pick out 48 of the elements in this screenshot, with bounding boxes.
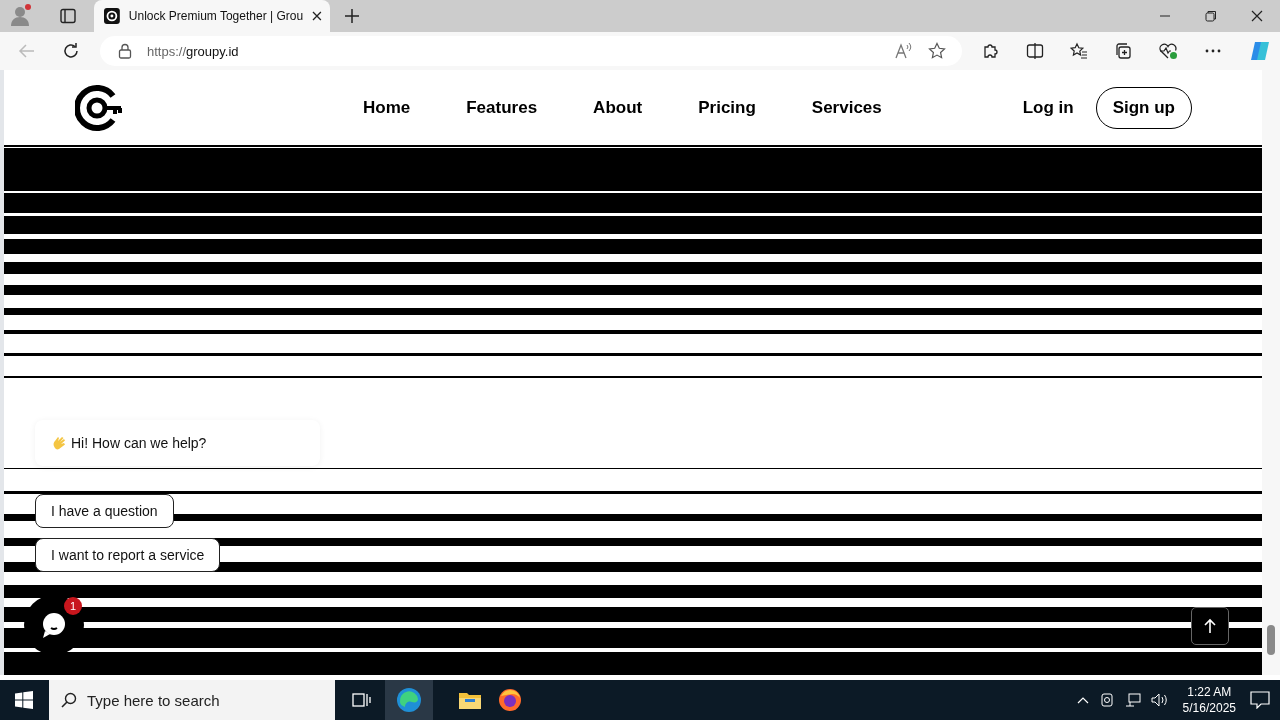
star-icon[interactable] xyxy=(928,42,946,60)
arrow-up-icon xyxy=(1203,618,1217,634)
login-link[interactable]: Log in xyxy=(1022,97,1074,118)
nav-link[interactable]: Features xyxy=(466,97,538,118)
notification-icon[interactable] xyxy=(1250,691,1270,709)
refresh-icon[interactable] xyxy=(62,42,80,60)
network-icon[interactable] xyxy=(1124,692,1141,708)
clock-date: 5/16/2025 xyxy=(1182,700,1236,716)
clock-time: 1:22 AM xyxy=(1187,684,1232,700)
folder-icon[interactable] xyxy=(458,690,482,710)
nav-link[interactable]: About xyxy=(593,97,643,118)
tab-actions-icon[interactable] xyxy=(60,8,76,24)
split-screen-icon[interactable] xyxy=(1026,42,1044,60)
close-icon[interactable] xyxy=(1251,10,1263,22)
restore-icon[interactable] xyxy=(1205,10,1217,22)
camera-icon[interactable] xyxy=(1098,692,1115,708)
nav-link[interactable]: Home xyxy=(363,97,411,118)
nav-link[interactable]: Services xyxy=(811,97,882,118)
nav-link[interactable]: Pricing xyxy=(698,97,756,118)
heart-pulse-icon[interactable] xyxy=(1158,42,1178,60)
address-field[interactable]: https://groupy.id xyxy=(100,36,962,66)
speaker-icon[interactable] xyxy=(1150,692,1169,708)
close-icon[interactable] xyxy=(312,11,322,21)
read-aloud-icon[interactable] xyxy=(894,42,912,60)
chat-option-button[interactable]: I have a question xyxy=(35,494,174,528)
waving-hand-icon xyxy=(52,435,68,451)
signup-button[interactable]: Sign up xyxy=(1095,86,1192,129)
puzzle-icon[interactable] xyxy=(982,42,1000,60)
chevron-up-icon[interactable] xyxy=(1076,695,1089,705)
logo-icon[interactable] xyxy=(75,83,123,132)
collections-icon[interactable] xyxy=(1114,42,1132,60)
chat-message: Hi! How can we help? xyxy=(35,420,320,466)
chat-option-button[interactable]: I want to report a service xyxy=(35,538,221,572)
favorites-icon[interactable] xyxy=(1070,42,1088,60)
scrollbar[interactable] xyxy=(1262,70,1280,675)
copilot-icon[interactable] xyxy=(1248,39,1272,63)
chat-bubble-icon xyxy=(40,611,68,639)
lock-icon xyxy=(118,43,132,59)
task-view-icon[interactable] xyxy=(351,691,371,709)
windows-start-icon[interactable] xyxy=(15,691,33,709)
site-icon xyxy=(104,8,120,24)
edge-browser-icon[interactable] xyxy=(396,687,422,713)
profile-icon[interactable] xyxy=(10,4,34,28)
taskbar-search-field[interactable]: Type here to search xyxy=(49,680,335,720)
firefox-icon[interactable] xyxy=(498,688,522,712)
new-tab-icon[interactable] xyxy=(345,9,359,23)
browser-tab[interactable]: Unlock Premium Together | Grou xyxy=(94,0,330,32)
scroll-to-top-button[interactable] xyxy=(1191,607,1229,645)
